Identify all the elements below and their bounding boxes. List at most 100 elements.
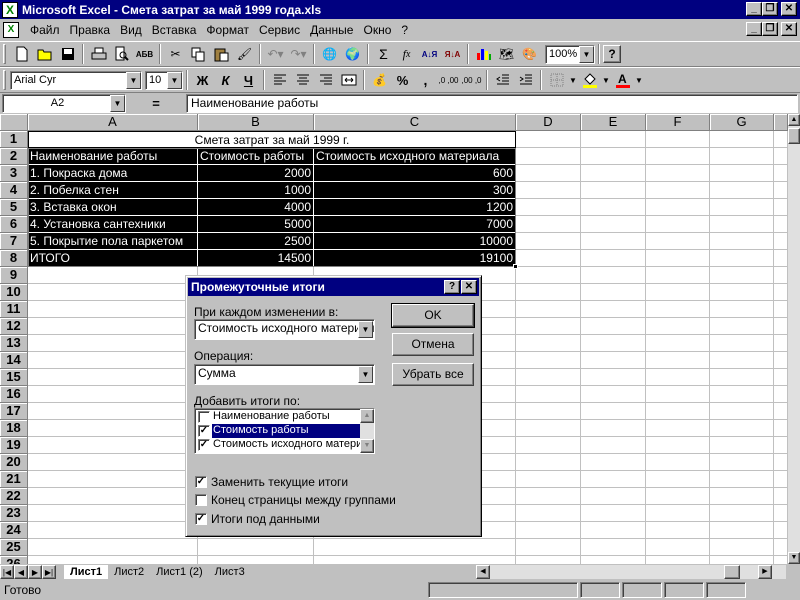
grid-cell[interactable]	[774, 386, 788, 403]
grid-cell[interactable]	[28, 522, 198, 539]
grid-cell[interactable]	[710, 318, 774, 335]
grid-cell[interactable]	[28, 318, 198, 335]
merge-center-icon[interactable]	[337, 69, 360, 91]
grid-cell[interactable]	[646, 403, 710, 420]
grid-cell[interactable]	[710, 386, 774, 403]
column-header-d[interactable]: D	[516, 114, 581, 131]
grid-cell[interactable]	[646, 539, 710, 556]
summary-below-checkbox[interactable]: ✓	[195, 513, 207, 525]
comma-button[interactable]: ,	[414, 69, 437, 91]
grid-cell[interactable]	[516, 539, 581, 556]
grid-cell[interactable]	[581, 233, 646, 250]
menu-window[interactable]: Окно	[358, 23, 396, 37]
grid-cell[interactable]	[774, 182, 788, 199]
grid-cell[interactable]	[774, 505, 788, 522]
grid-cell[interactable]	[774, 522, 788, 539]
paste-icon[interactable]	[210, 43, 233, 65]
grid-cell[interactable]	[314, 556, 516, 564]
grid-cell[interactable]	[774, 437, 788, 454]
column-header-a[interactable]: A	[28, 114, 198, 131]
restore-button[interactable]: ❐	[762, 2, 778, 16]
decrease-indent-icon[interactable]	[491, 69, 514, 91]
currency-icon[interactable]: 💰	[368, 69, 391, 91]
grid-cell[interactable]	[710, 454, 774, 471]
data-cell[interactable]: 2. Побелка стен	[28, 182, 198, 199]
italic-button[interactable]: К	[214, 69, 237, 91]
bold-button[interactable]: Ж	[191, 69, 214, 91]
dialog-help-button[interactable]: ?	[444, 280, 460, 294]
new-icon[interactable]	[10, 43, 33, 65]
grid-cell[interactable]	[198, 556, 314, 564]
grid-cell[interactable]	[710, 233, 774, 250]
print-icon[interactable]	[87, 43, 110, 65]
document-icon[interactable]: X	[3, 21, 19, 38]
grid-cell[interactable]	[28, 488, 198, 505]
chevron-down-icon[interactable]: ▼	[110, 94, 125, 112]
row-header-15[interactable]: 15	[0, 369, 28, 386]
menu-help[interactable]: ?	[396, 23, 413, 37]
column-header-f[interactable]: F	[646, 114, 710, 131]
toolbar-grip[interactable]	[3, 70, 6, 90]
grid-cell[interactable]	[710, 301, 774, 318]
chevron-down-icon[interactable]: ▼	[126, 71, 141, 89]
data-cell[interactable]: 14500	[198, 250, 314, 267]
grid-cell[interactable]	[516, 199, 581, 216]
function-select[interactable]: Сумма ▼	[194, 364, 375, 385]
grid-cell[interactable]	[516, 420, 581, 437]
borders-icon[interactable]	[545, 69, 568, 91]
grid-cell[interactable]	[710, 267, 774, 284]
increase-decimal-button[interactable]: ,0 ,00	[437, 69, 460, 91]
grid-cell[interactable]	[710, 488, 774, 505]
grid-cell[interactable]	[516, 386, 581, 403]
grid-cell[interactable]	[646, 233, 710, 250]
grid-cell[interactable]	[516, 471, 581, 488]
grid-cell[interactable]	[710, 505, 774, 522]
chevron-down-icon[interactable]: ▼	[358, 366, 373, 383]
underline-button[interactable]: Ч	[237, 69, 260, 91]
grid-cell[interactable]	[581, 216, 646, 233]
grid-cell[interactable]	[774, 318, 788, 335]
align-center-icon[interactable]	[291, 69, 314, 91]
fill-handle[interactable]	[513, 264, 518, 269]
row-header-2[interactable]: 2	[0, 148, 28, 165]
add-subtotal-list[interactable]: Наименование работы ✓ Стоимость работы ✓…	[194, 408, 375, 454]
open-icon[interactable]	[33, 43, 56, 65]
data-cell[interactable]: 3. Вставка окон	[28, 199, 198, 216]
horizontal-scrollbar[interactable]: ◀ ▶	[476, 565, 786, 579]
grid-cell[interactable]	[646, 199, 710, 216]
doc-minimize-button[interactable]: _	[746, 22, 762, 36]
grid-cell[interactable]	[646, 522, 710, 539]
grid-cell[interactable]	[516, 505, 581, 522]
vertical-scrollbar[interactable]: ▲ ▼	[788, 114, 800, 564]
grid-cell[interactable]	[774, 165, 788, 182]
list-item[interactable]: Наименование работы	[195, 410, 360, 424]
grid-cell[interactable]	[646, 335, 710, 352]
grid-cell[interactable]	[646, 284, 710, 301]
grid-cell[interactable]	[710, 216, 774, 233]
grid-cell[interactable]	[516, 369, 581, 386]
grid-cell[interactable]	[581, 505, 646, 522]
grid-cell[interactable]	[28, 437, 198, 454]
data-cell[interactable]: 4000	[198, 199, 314, 216]
grid-cell[interactable]	[516, 148, 581, 165]
grid-cell[interactable]	[581, 539, 646, 556]
data-cell[interactable]: 1200	[314, 199, 516, 216]
sort-ascending-icon[interactable]: А↓Я	[418, 43, 441, 65]
grid-cell[interactable]	[646, 301, 710, 318]
row-header-10[interactable]: 10	[0, 284, 28, 301]
autosum-icon[interactable]: Σ	[372, 43, 395, 65]
data-cell[interactable]: 2500	[198, 233, 314, 250]
minimize-button[interactable]: _	[746, 2, 762, 16]
grid-cell[interactable]	[774, 301, 788, 318]
grid-cell[interactable]	[516, 556, 581, 564]
row-header-24[interactable]: 24	[0, 522, 28, 539]
align-left-icon[interactable]	[268, 69, 291, 91]
scroll-thumb[interactable]	[788, 128, 800, 144]
sheet-tab-4[interactable]: Лист3	[209, 565, 251, 579]
grid-cell[interactable]	[646, 148, 710, 165]
grid-cell[interactable]	[581, 318, 646, 335]
redo-icon[interactable]: ↷▾	[287, 43, 310, 65]
grid-cell[interactable]	[516, 284, 581, 301]
sheet-tab-1[interactable]: Лист1	[64, 565, 109, 579]
grid-cell[interactable]	[28, 420, 198, 437]
